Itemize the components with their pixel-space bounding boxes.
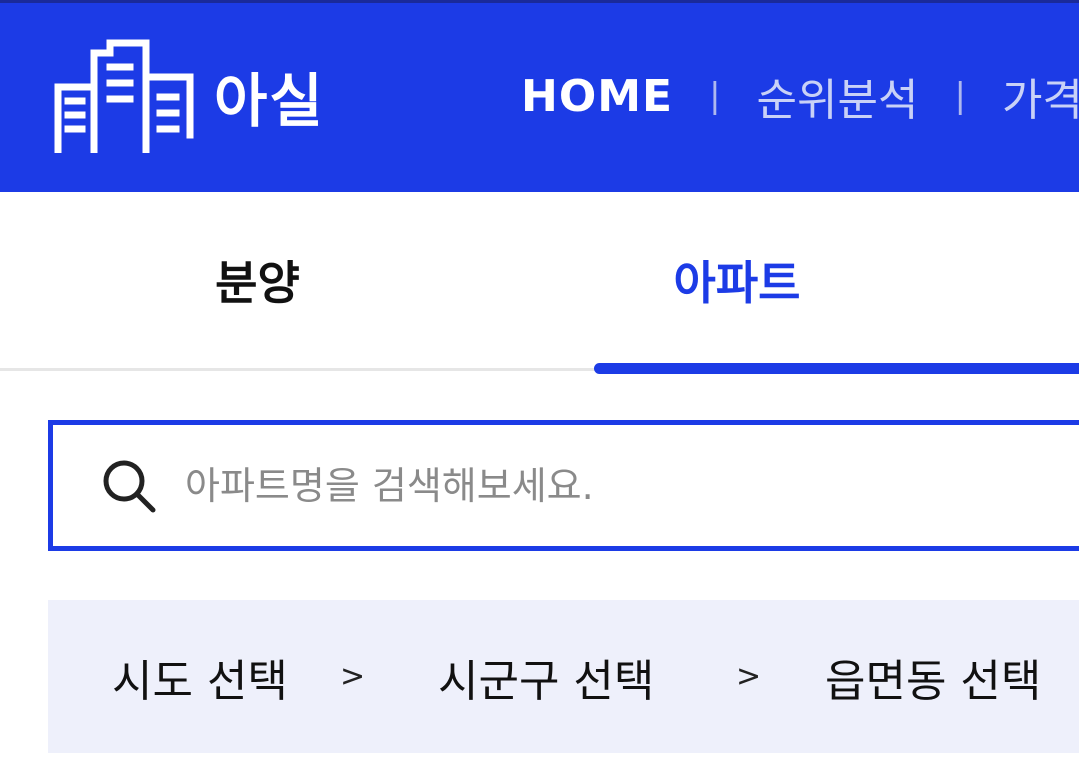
tab-bar: 분양 아파트 (0, 192, 1079, 374)
buildings-icon (54, 39, 194, 153)
logo-text: 아실 (214, 67, 325, 135)
tab-apartment[interactable]: 아파트 (595, 192, 1079, 368)
logo[interactable]: 아실 (54, 39, 325, 153)
tab-label: 분양 (215, 256, 300, 310)
nav-separator: | (954, 76, 966, 116)
tab-presale[interactable]: 분양 (0, 192, 595, 368)
main-nav: HOME | 순위분석 | 가격 (521, 63, 1079, 129)
search-icon[interactable] (99, 456, 159, 516)
nav-rank-analysis[interactable]: 순위분석 (757, 64, 919, 128)
breadcrumb-separator: > (736, 659, 762, 694)
select-neighborhood[interactable]: 읍면동 선택 (825, 600, 1041, 753)
tab-active-indicator (594, 363, 1079, 374)
nav-separator: | (709, 76, 721, 116)
tab-label: 아파트 (673, 256, 801, 310)
select-province[interactable]: 시도 선택 (112, 600, 288, 753)
region-breadcrumb: 시도 선택 > 시군구 선택 > 읍면동 선택 (48, 600, 1079, 753)
nav-home[interactable]: HOME (521, 71, 673, 122)
top-header: 아실 HOME | 순위분석 | 가격 (0, 0, 1079, 192)
search-box[interactable] (48, 420, 1079, 551)
nav-price[interactable]: 가격 (1002, 64, 1079, 128)
breadcrumb-separator: > (340, 659, 366, 694)
select-district[interactable]: 시군구 선택 (438, 600, 654, 753)
search-input[interactable] (185, 463, 985, 508)
